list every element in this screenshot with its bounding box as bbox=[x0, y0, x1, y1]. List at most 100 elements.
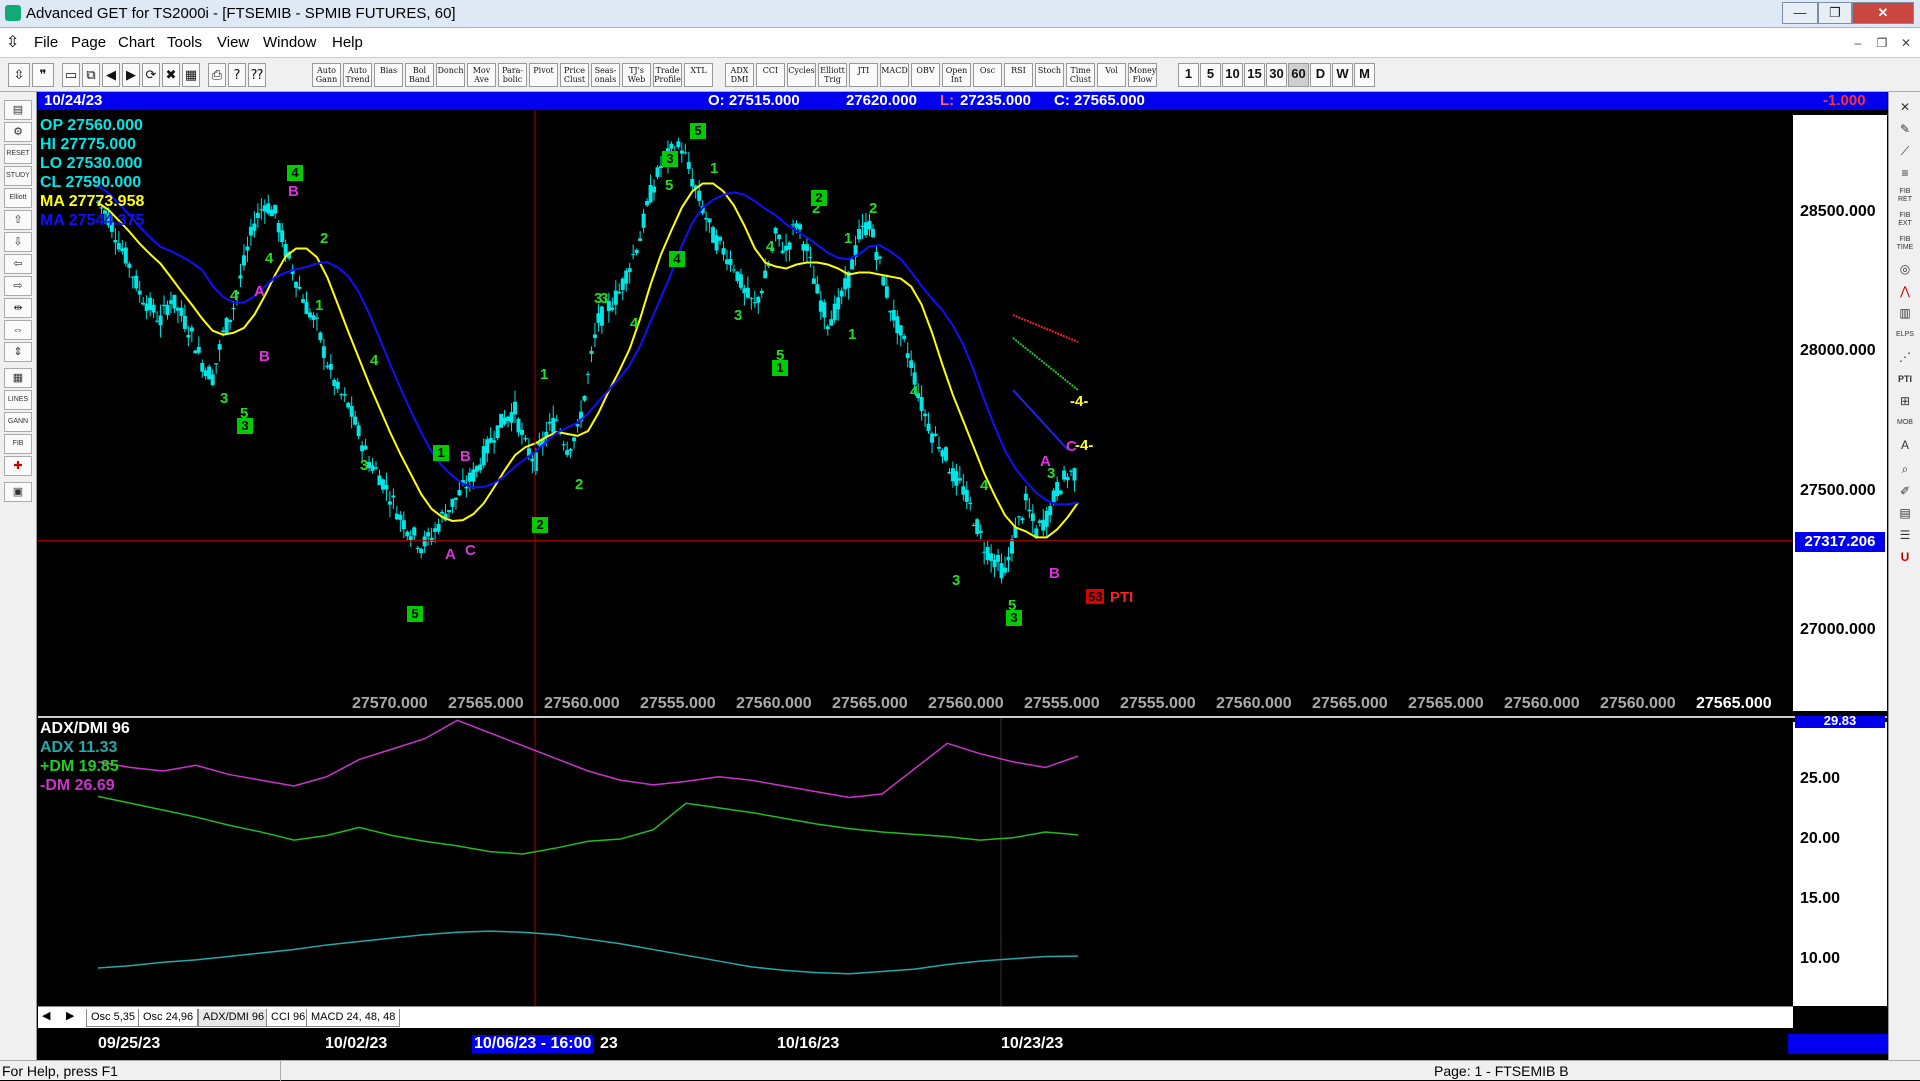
menu-tools[interactable]: Tools bbox=[167, 34, 202, 51]
mdi-minimize-button[interactable]: – bbox=[1848, 33, 1868, 53]
print-icon[interactable]: ⎙ bbox=[208, 63, 226, 87]
study-button[interactable]: Elliott Trig bbox=[818, 63, 847, 87]
study-button[interactable]: Vol bbox=[1097, 63, 1126, 87]
tab-adx-dmi-96[interactable]: ADX/DMI 96 bbox=[198, 1009, 270, 1027]
study-button[interactable]: Auto Gann bbox=[312, 63, 341, 87]
channel-icon[interactable]: ▥ bbox=[1893, 304, 1917, 324]
fib-icon[interactable]: FIB bbox=[4, 434, 32, 454]
study-button[interactable]: Cycles bbox=[787, 63, 816, 87]
menu-window[interactable]: Window bbox=[263, 34, 316, 51]
period-button[interactable]: 1 bbox=[1178, 63, 1199, 87]
refresh-icon[interactable]: ⟳ bbox=[142, 63, 160, 87]
trendline-icon[interactable]: ⟋ bbox=[1893, 142, 1917, 162]
study-button[interactable]: XTL bbox=[684, 63, 713, 87]
arrow-left-icon[interactable]: ⇦ bbox=[4, 254, 32, 274]
grid-icon[interactable]: ▦ bbox=[182, 63, 200, 87]
pencil-icon[interactable]: ✎ bbox=[1893, 120, 1917, 140]
menu-chart[interactable]: Chart bbox=[118, 34, 155, 51]
study-button[interactable]: Mov Ave bbox=[467, 63, 496, 87]
close-button[interactable]: ✕ bbox=[1852, 2, 1914, 24]
table-icon[interactable]: ▦ bbox=[4, 368, 32, 388]
study-icon[interactable]: STUDY bbox=[4, 166, 32, 186]
maximize-button[interactable]: ❐ bbox=[1818, 2, 1852, 24]
mdi-restore-button[interactable]: ❐ bbox=[1872, 33, 1892, 53]
gann-icon[interactable]: GANN bbox=[4, 412, 32, 432]
tab-osc-5-35[interactable]: Osc 5,35 bbox=[86, 1009, 141, 1027]
study-button[interactable]: Bias bbox=[374, 63, 403, 87]
ellipse-icon[interactable]: ELPS bbox=[1893, 326, 1917, 346]
compress-icon[interactable]: ⇹ bbox=[4, 298, 32, 318]
study-button[interactable]: CCI bbox=[756, 63, 785, 87]
period-button[interactable]: 5 bbox=[1200, 63, 1221, 87]
elliott-icon[interactable]: Elliott bbox=[4, 188, 32, 208]
quote-icon[interactable]: ❞ bbox=[32, 63, 54, 87]
study-button[interactable]: Auto Trend bbox=[343, 63, 372, 87]
study-button[interactable]: Donch bbox=[436, 63, 465, 87]
study-button[interactable]: MACD bbox=[880, 63, 909, 87]
tab-cci-96[interactable]: CCI 96 bbox=[266, 1009, 311, 1027]
study-button[interactable]: ADX DMI bbox=[725, 63, 754, 87]
study-button[interactable]: Open Int bbox=[942, 63, 971, 87]
price-chart[interactable] bbox=[38, 110, 1793, 714]
zoom-icon[interactable]: ⇕ bbox=[4, 342, 32, 362]
study-button[interactable]: Trade Profile bbox=[653, 63, 682, 87]
study-button[interactable]: Osc bbox=[973, 63, 1002, 87]
undo-icon[interactable]: U bbox=[1893, 548, 1917, 568]
help-icon[interactable]: ? bbox=[228, 63, 246, 87]
study-button[interactable]: Para-bolic bbox=[498, 63, 527, 87]
back-icon[interactable]: ◀ bbox=[102, 63, 120, 87]
copy-icon[interactable]: ⧉ bbox=[82, 63, 100, 87]
study-button[interactable]: Time Clust bbox=[1066, 63, 1095, 87]
open-icon[interactable]: ▤ bbox=[4, 100, 32, 120]
study-button[interactable]: Seas-onals bbox=[591, 63, 620, 87]
period-button[interactable]: 10 bbox=[1222, 63, 1243, 87]
speed-lines-icon[interactable]: ⋰ bbox=[1893, 348, 1917, 368]
period-button[interactable]: 30 bbox=[1266, 63, 1287, 87]
tab-macd[interactable]: MACD 24, 48, 48 bbox=[306, 1009, 401, 1027]
study-button[interactable]: OBV bbox=[911, 63, 940, 87]
close-tool-icon[interactable]: ✕ bbox=[1893, 98, 1917, 118]
tab-osc-24-96[interactable]: Osc 24,96 bbox=[138, 1009, 199, 1027]
delete-icon[interactable]: ✖ bbox=[162, 63, 180, 87]
fan-icon[interactable]: ⋀ bbox=[1893, 282, 1917, 302]
magnify-icon[interactable]: ⌕ bbox=[1893, 460, 1917, 480]
fib-retracement-icon[interactable]: FIB RET bbox=[1893, 188, 1917, 208]
menu-view[interactable]: View bbox=[217, 34, 249, 51]
context-help-icon[interactable]: ⁇ bbox=[248, 63, 266, 87]
study-button[interactable]: Money Flow bbox=[1128, 63, 1157, 87]
lines-icon[interactable]: LINES bbox=[4, 390, 32, 410]
new-page-icon[interactable]: ▭ bbox=[62, 63, 80, 87]
forward-icon[interactable]: ▶ bbox=[122, 63, 140, 87]
pti-tool-icon[interactable]: PTI bbox=[1893, 370, 1917, 390]
study-button[interactable]: JTI bbox=[849, 63, 878, 87]
analysis-icon[interactable]: ⚙ bbox=[4, 122, 32, 142]
eraser-icon[interactable]: ▣ bbox=[4, 482, 32, 502]
fib-extension-icon[interactable]: FIB EXT bbox=[1893, 212, 1917, 232]
reset-icon[interactable]: RESET bbox=[4, 144, 32, 164]
arrow-right-icon[interactable]: ⇨ bbox=[4, 276, 32, 296]
matrix-icon[interactable]: ⊞ bbox=[1893, 392, 1917, 412]
fib-circle-icon[interactable]: ◎ bbox=[1893, 260, 1917, 280]
fib-time-icon[interactable]: FIB TIME bbox=[1893, 236, 1917, 256]
study-button[interactable]: RSI bbox=[1004, 63, 1033, 87]
mob-icon[interactable]: MOB bbox=[1893, 414, 1917, 434]
period-button[interactable]: 15 bbox=[1244, 63, 1265, 87]
arrow-down-icon[interactable]: ⇩ bbox=[4, 232, 32, 252]
mdi-close-button[interactable]: ✕ bbox=[1896, 33, 1916, 53]
parallel-lines-icon[interactable]: ≡ bbox=[1893, 164, 1917, 184]
menu-help[interactable]: Help bbox=[332, 34, 363, 51]
period-button[interactable]: 60 bbox=[1288, 63, 1309, 87]
period-button[interactable]: M bbox=[1354, 63, 1375, 87]
crosshair-icon[interactable]: ✚ bbox=[4, 456, 32, 476]
study-button[interactable]: TJ's Web bbox=[622, 63, 651, 87]
study-button[interactable]: Price Clust bbox=[560, 63, 589, 87]
text-tool-icon[interactable]: A bbox=[1893, 436, 1917, 456]
expand-icon[interactable]: ⇔ bbox=[4, 320, 32, 340]
study-button[interactable]: Bol Band bbox=[405, 63, 434, 87]
list-icon[interactable]: ☰ bbox=[1893, 526, 1917, 546]
period-button[interactable]: D bbox=[1310, 63, 1331, 87]
minimize-button[interactable]: — bbox=[1782, 2, 1818, 24]
paint-icon[interactable]: ✐ bbox=[1893, 482, 1917, 502]
adx-chart[interactable] bbox=[38, 718, 1793, 1006]
tab-scroll-left-icon[interactable]: ◀ bbox=[42, 1009, 50, 1022]
